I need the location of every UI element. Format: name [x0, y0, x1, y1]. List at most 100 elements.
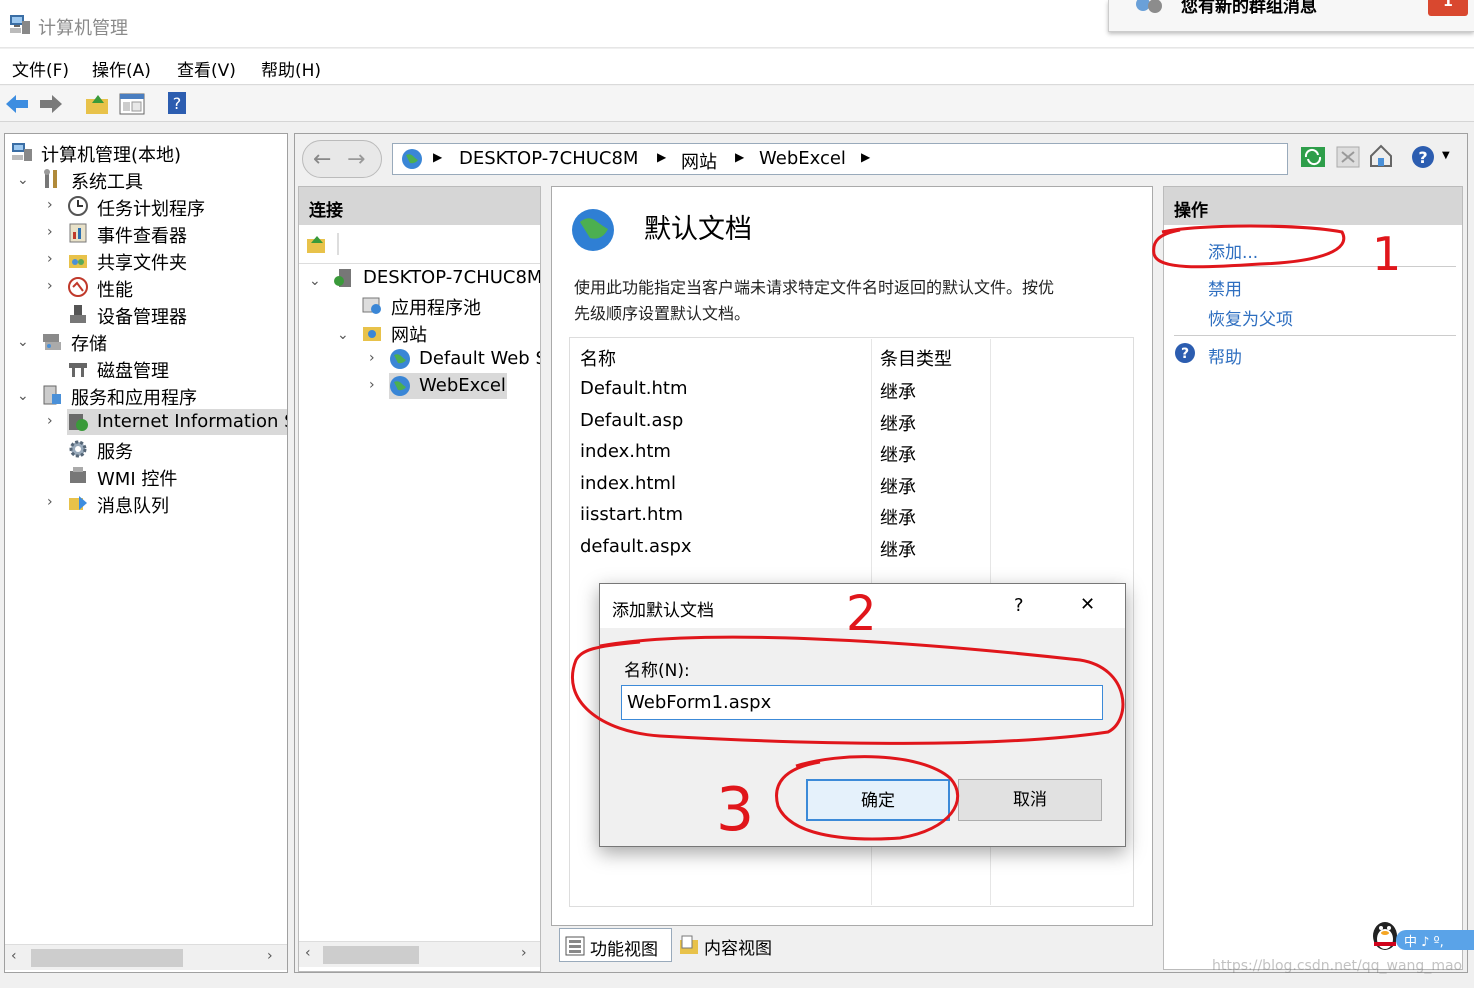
menu-file[interactable]: 文件(F) — [12, 56, 69, 81]
chevron-down-icon[interactable]: ⌄ — [17, 172, 29, 188]
tree-label: WMI 控件 — [97, 469, 178, 490]
chevron-right-icon[interactable]: › — [369, 377, 375, 393]
scroll-right-arrow-icon[interactable]: › — [521, 945, 527, 961]
tree-horizontal-scrollbar[interactable]: ‹ › — [5, 944, 287, 970]
navigation-tree: 计算机管理(本地) ⌄ 系统工具 › 任务计划程序 › 事件查看器 › 共享文件… — [4, 133, 288, 973]
system-tools-icon — [44, 169, 57, 188]
row-name[interactable]: index.htm — [580, 441, 671, 462]
add-default-document-dialog: 添加默认文档 ? ✕ 名称(N): 确定 取消 — [599, 583, 1126, 847]
chevron-down-icon[interactable]: ⌄ — [17, 388, 29, 404]
globe-icon — [390, 376, 410, 396]
watermark: https://blog.csdn.net/qq_wang_mao — [1212, 958, 1463, 974]
scroll-right-arrow-icon[interactable]: › — [267, 948, 273, 964]
breadcrumb[interactable]: ▶ DESKTOP-7CHUC8M ▶ 网站 ▶ WebExcel ▶ — [392, 143, 1288, 175]
menu-action[interactable]: 操作(A) — [92, 56, 151, 81]
dialog-help-button[interactable]: ? — [1014, 595, 1024, 616]
ime-toolbar[interactable]: 中 ♪ º, — [1396, 930, 1474, 950]
up-folder-icon[interactable] — [84, 91, 110, 117]
chevron-right-icon[interactable]: › — [47, 494, 53, 510]
row-name[interactable]: Default.htm — [580, 378, 688, 399]
row-name[interactable]: default.aspx — [580, 536, 692, 557]
conn-label: 网站 — [391, 325, 427, 346]
help-icon: ? — [1175, 343, 1195, 363]
notification-popup[interactable]: 您有新的群组消息 1 — [1108, 0, 1474, 32]
row-type: 继承 — [880, 413, 916, 435]
forward-arrow-icon[interactable]: → — [347, 147, 365, 172]
scroll-thumb[interactable] — [323, 946, 419, 964]
scroll-left-arrow-icon[interactable]: ‹ — [305, 945, 311, 961]
disk-management-icon — [69, 363, 87, 377]
dialog-close-button[interactable]: ✕ — [1080, 594, 1095, 615]
dropdown-arrow-icon[interactable]: ▼ — [1442, 150, 1450, 161]
dialog-title-bar: 添加默认文档 ? ✕ — [600, 584, 1125, 628]
qq-penguin-icon[interactable] — [1370, 918, 1400, 952]
chevron-right-icon[interactable]: › — [47, 278, 53, 294]
shared-folder-icon — [69, 255, 87, 268]
chevron-down-icon[interactable]: ⌄ — [337, 327, 349, 343]
chevron-right-icon[interactable]: › — [47, 413, 53, 429]
tree-label: 磁盘管理 — [97, 361, 169, 382]
tree-label: 存储 — [71, 334, 107, 355]
tree-label: Internet Information Se — [97, 411, 288, 432]
back-arrow-icon[interactable] — [4, 92, 30, 116]
tab-label: 内容视图 — [704, 939, 772, 959]
home-icon[interactable] — [1368, 143, 1394, 169]
menu-help[interactable]: 帮助(H) — [261, 56, 321, 81]
column-header-name[interactable]: 名称 — [580, 345, 616, 371]
chevron-right-icon[interactable]: › — [369, 350, 375, 366]
connections-horizontal-scrollbar[interactable]: ‹ › — [299, 941, 540, 967]
cancel-button[interactable]: 取消 — [958, 779, 1102, 821]
back-arrow-icon[interactable]: ← — [313, 147, 331, 172]
chevron-right-icon[interactable]: › — [47, 197, 53, 213]
stop-icon[interactable] — [1336, 145, 1360, 169]
conn-item-webexcel[interactable]: WebExcel — [389, 373, 507, 399]
help-action-link[interactable]: 帮助 — [1208, 343, 1242, 368]
document-name-input[interactable] — [621, 685, 1103, 720]
feature-title: 默认文档 — [644, 214, 752, 245]
row-type: 继承 — [880, 445, 916, 466]
ok-button[interactable]: 确定 — [806, 779, 950, 821]
tab-content-view[interactable]: 内容视图 — [676, 928, 786, 962]
menu-bar: 文件(F) 操作(A) 查看(V) 帮助(H) — [0, 49, 1474, 85]
chevron-right-icon: ▶ — [735, 150, 745, 164]
chevron-right-icon[interactable]: › — [47, 224, 53, 240]
row-type: 继承 — [880, 476, 916, 498]
revert-to-parent-link[interactable]: 恢复为父项 — [1208, 305, 1293, 330]
row-name[interactable]: index.html — [580, 473, 676, 494]
refresh-icon[interactable] — [1300, 145, 1326, 169]
help-book-icon[interactable]: ? — [166, 90, 188, 116]
breadcrumb-webexcel[interactable]: WebExcel — [759, 148, 846, 169]
chevron-down-icon[interactable]: ⌄ — [17, 334, 29, 350]
wmi-control-icon — [70, 467, 86, 483]
group-chat-icon — [1136, 0, 1162, 13]
notification-text: 您有新的群组消息 — [1181, 0, 1317, 17]
chevron-down-icon[interactable]: ⌄ — [309, 273, 321, 289]
computer-management-icon — [10, 15, 30, 34]
chevron-right-icon[interactable]: › — [47, 251, 53, 267]
scroll-left-arrow-icon[interactable]: ‹ — [11, 948, 17, 964]
add-action-link[interactable]: 添加... — [1208, 238, 1258, 263]
iis-manager-icon — [69, 414, 88, 431]
connections-pane: 连接 ⌄ DESKTOP-7CHUC8M 应用程序池 ⌄ 网站 › Defaul… — [298, 186, 541, 972]
message-queue-icon — [69, 496, 87, 510]
clock-icon — [68, 196, 88, 216]
tree-item-iis[interactable]: Internet Information Se — [67, 409, 288, 435]
row-name[interactable]: Default.asp — [580, 410, 683, 431]
scroll-thumb[interactable] — [31, 949, 183, 967]
actions-pane: 操作 添加... 禁用 恢复为父项 ? 帮助 — [1163, 186, 1463, 970]
row-name[interactable]: iisstart.htm — [580, 504, 683, 525]
help-icon[interactable]: ? — [1410, 144, 1436, 170]
tab-features-view[interactable]: 功能视图 — [559, 928, 672, 962]
window-title: 计算机管理 — [38, 18, 128, 39]
disable-action-link[interactable]: 禁用 — [1208, 275, 1242, 300]
storage-icon — [43, 334, 61, 350]
conn-label: WebExcel — [419, 375, 506, 396]
breadcrumb-sites[interactable]: 网站 — [681, 148, 717, 174]
tree-label: 系统工具 — [71, 172, 143, 193]
menu-view[interactable]: 查看(V) — [177, 56, 236, 81]
breadcrumb-server[interactable]: DESKTOP-7CHUC8M — [459, 148, 638, 169]
forward-arrow-icon[interactable] — [38, 92, 64, 116]
show-hide-tree-icon[interactable] — [118, 91, 146, 117]
connect-icon[interactable] — [305, 233, 327, 255]
column-header-type[interactable]: 条目类型 — [880, 345, 952, 371]
